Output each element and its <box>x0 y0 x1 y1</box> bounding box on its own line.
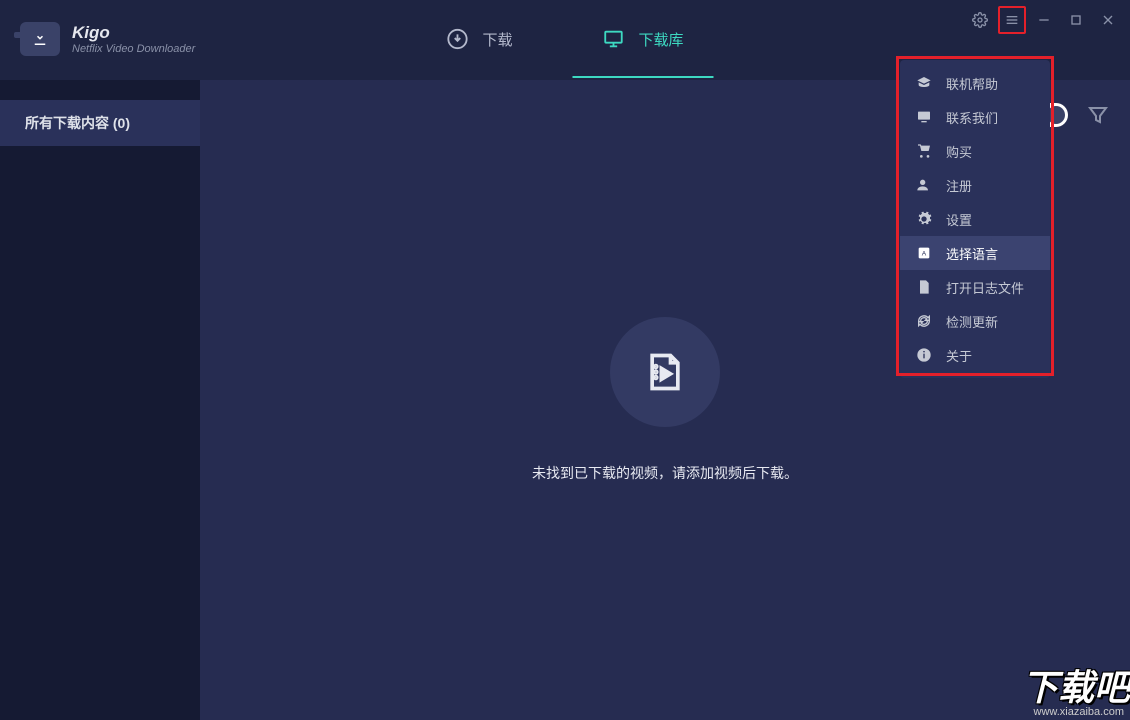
filter-icon <box>1086 103 1110 127</box>
info-icon <box>916 347 932 363</box>
menu-register[interactable]: 注册 <box>900 168 1050 202</box>
watermark-url: www.xiazaiba.com <box>1022 706 1130 720</box>
minimize-icon <box>1036 12 1052 28</box>
document-icon <box>916 279 932 295</box>
menu-label: 联系我们 <box>946 108 998 127</box>
hamburger-menu-button[interactable] <box>998 6 1026 34</box>
cart-icon <box>916 143 932 159</box>
menu-label: 联机帮助 <box>946 74 998 93</box>
maximize-button[interactable] <box>1062 6 1090 34</box>
menu-online-help[interactable]: 联机帮助 <box>900 66 1050 100</box>
svg-text:A: A <box>922 251 927 258</box>
watermark-text: 下载吧 <box>1022 670 1130 706</box>
tab-download[interactable]: 下载 <box>446 28 512 78</box>
empty-state-message: 未找到已下载的视频，请添加视频后下载。 <box>532 463 798 483</box>
download-icon <box>31 30 49 48</box>
menu-label: 检测更新 <box>946 312 998 331</box>
hamburger-icon <box>1004 12 1020 28</box>
menu-language[interactable]: A 选择语言 <box>900 236 1050 270</box>
menu-label: 购买 <box>946 142 972 161</box>
menu-about[interactable]: 关于 <box>900 338 1050 372</box>
sidebar-item-all-downloads[interactable]: 所有下载内容 (0) <box>0 100 200 146</box>
menu-label: 注册 <box>946 176 972 195</box>
hamburger-dropdown: 联机帮助 联系我们 购买 注册 设置 A 选择语言 打开日志文件 检测更新 关于 <box>900 60 1050 378</box>
menu-purchase[interactable]: 购买 <box>900 134 1050 168</box>
menu-open-log[interactable]: 打开日志文件 <box>900 270 1050 304</box>
settings-button[interactable] <box>966 6 994 34</box>
menu-label: 选择语言 <box>946 244 998 263</box>
video-file-icon <box>643 350 687 394</box>
user-plus-icon <box>916 177 932 193</box>
download-tab-icon <box>446 28 468 50</box>
menu-contact-us[interactable]: 联系我们 <box>900 100 1050 134</box>
app-header: Kigo Netflix Video Downloader <box>20 22 195 56</box>
monitor-icon <box>916 109 932 125</box>
menu-check-updates[interactable]: 检测更新 <box>900 304 1050 338</box>
sidebar-item-label: 所有下载内容 (0) <box>25 113 130 133</box>
app-subtitle: Netflix Video Downloader <box>72 43 195 55</box>
menu-label: 关于 <box>946 346 972 365</box>
app-logo <box>20 22 60 56</box>
graduation-cap-icon <box>916 75 932 91</box>
gear-icon <box>916 211 932 227</box>
refresh-icon <box>916 313 932 329</box>
menu-label: 打开日志文件 <box>946 278 1024 297</box>
tab-download-label: 下载 <box>482 29 512 50</box>
tab-library[interactable]: 下载库 <box>603 28 684 78</box>
empty-state-icon-container <box>610 317 720 427</box>
gear-icon <box>972 12 988 28</box>
sidebar: 所有下载内容 (0) <box>0 80 200 720</box>
library-tab-icon <box>603 28 625 50</box>
language-icon: A <box>916 245 932 261</box>
empty-state: 未找到已下载的视频，请添加视频后下载。 <box>532 317 798 483</box>
maximize-icon <box>1068 12 1084 28</box>
menu-label: 设置 <box>946 210 972 229</box>
filter-button[interactable] <box>1086 103 1110 127</box>
close-button[interactable] <box>1094 6 1122 34</box>
main-tabs: 下载 下载库 <box>446 28 683 78</box>
watermark: 下载吧 www.xiazaiba.com <box>1022 670 1130 720</box>
minimize-button[interactable] <box>1030 6 1058 34</box>
app-title: Kigo <box>72 23 195 43</box>
menu-settings[interactable]: 设置 <box>900 202 1050 236</box>
close-icon <box>1100 12 1116 28</box>
tab-library-label: 下载库 <box>639 29 684 50</box>
